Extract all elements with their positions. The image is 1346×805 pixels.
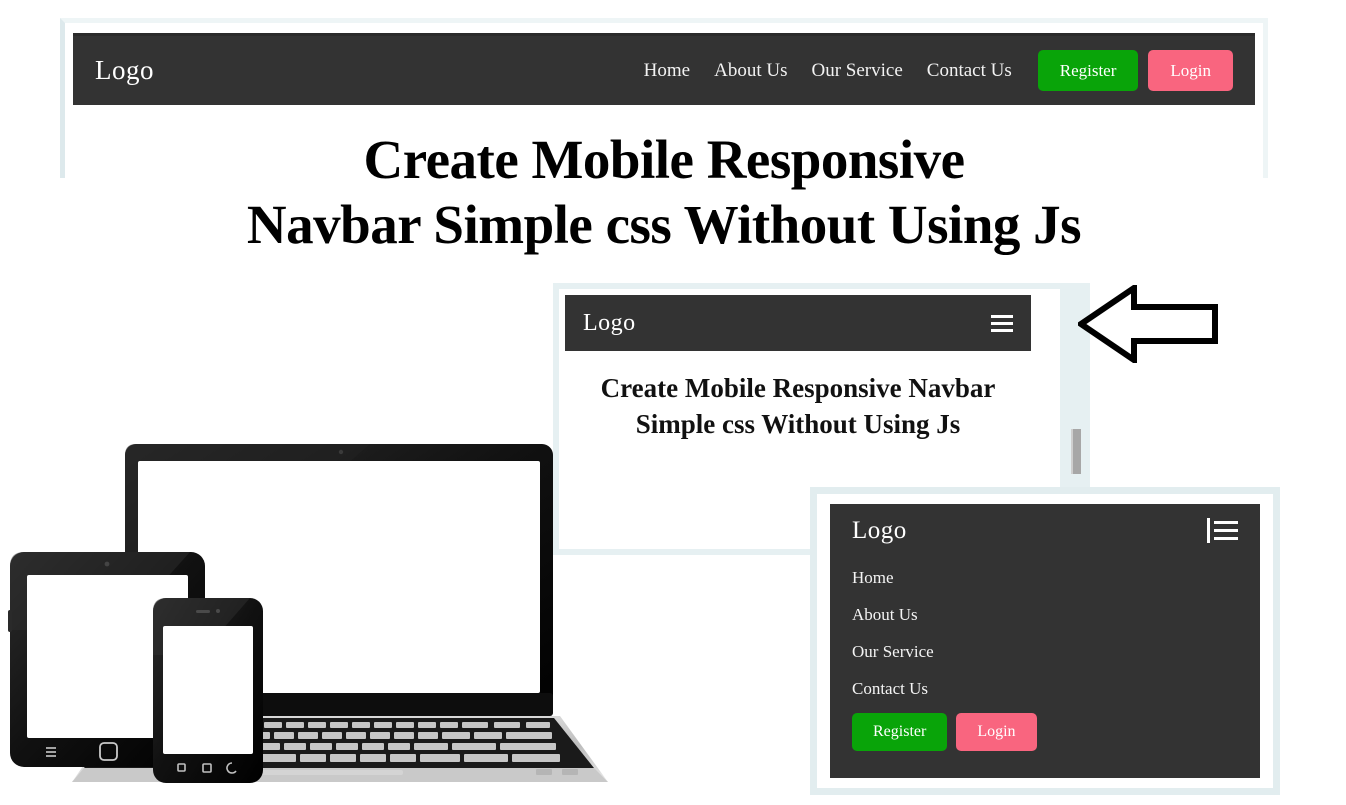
nav-link-home[interactable]: Home [644,61,690,80]
phone-device [153,598,263,783]
hamburger-bar [991,314,1013,318]
login-button[interactable]: Login [1148,50,1233,91]
register-button[interactable]: Register [852,713,948,751]
nav-link-about-us[interactable]: About Us [714,61,787,80]
login-button[interactable]: Login [956,713,1037,751]
mobile-topbar: Logo [852,518,1238,543]
mobile-menu-item-contact-us[interactable]: Contact Us [852,670,1238,707]
mobile-menu-item-home[interactable]: Home [852,559,1238,596]
desktop-logo[interactable]: Logo [95,57,154,84]
hamburger-bar [1214,529,1238,532]
tablet-scrollbar-thumb[interactable] [1071,429,1081,474]
arrow-left-icon [1075,282,1218,366]
desktop-nav-right: Home About Us Our Service Contact Us Reg… [644,50,1233,91]
mobile-menu-item-our-service[interactable]: Our Service [852,633,1238,670]
hamburger-bar [991,328,1013,332]
hamburger-icon[interactable] [1207,518,1238,543]
tablet-navbar: Logo [565,295,1031,351]
nav-link-our-service[interactable]: Our Service [811,61,902,80]
desktop-nav-actions: Register Login [1037,50,1233,91]
tablet-page-title: Create Mobile Responsive Navbar Simple c… [600,373,996,439]
mobile-logo[interactable]: Logo [852,518,907,543]
mobile-navbar-expanded: Logo Home About Us Our Service Contact U… [830,504,1260,778]
page-title: Create Mobile Responsive Navbar Simple c… [60,128,1268,258]
mobile-menu-item-about-us[interactable]: About Us [852,596,1238,633]
hamburger-bar [1214,521,1238,524]
mobile-actions: Register Login [852,713,1238,751]
page-title-line-2: Navbar Simple css Without Using Js [246,193,1082,255]
hamburger-bar [991,321,1013,325]
hamburger-bar [1214,537,1238,540]
tablet-logo[interactable]: Logo [583,311,636,335]
desktop-navbar: Logo Home About Us Our Service Contact U… [73,33,1255,105]
register-button[interactable]: Register [1037,50,1139,91]
devices-illustration [0,430,620,800]
hamburger-icon[interactable] [991,314,1013,332]
mobile-menu-list: Home About Us Our Service Contact Us [852,559,1238,707]
page-title-line-1: Create Mobile Responsive [363,129,965,190]
mobile-preview-panel: Logo Home About Us Our Service Contact U… [810,487,1280,795]
desktop-nav-links: Home About Us Our Service Contact Us [644,61,1012,80]
nav-link-contact-us[interactable]: Contact Us [927,61,1012,80]
